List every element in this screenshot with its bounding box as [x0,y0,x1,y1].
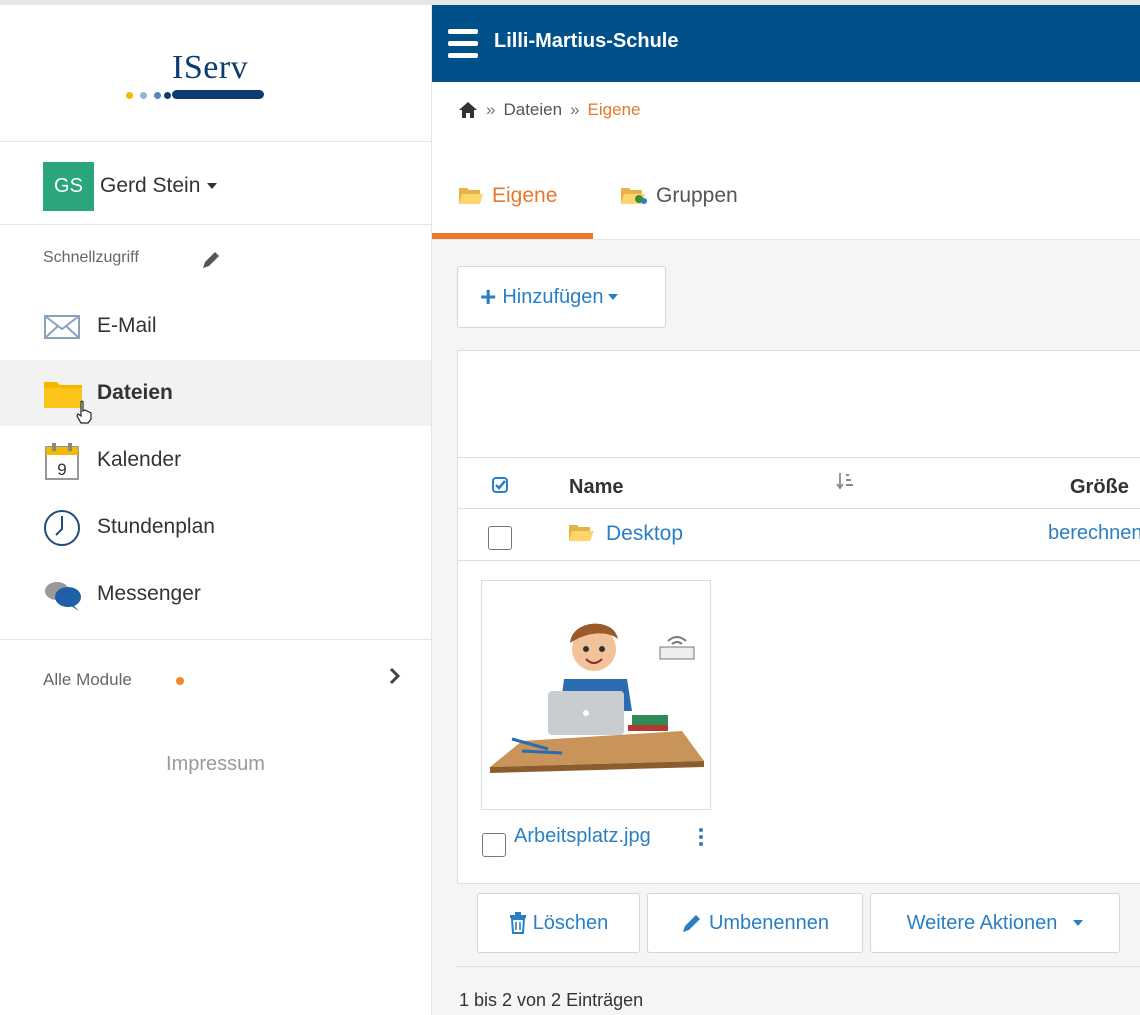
thumbnail-file-name[interactable]: Arbeitsplatz.jpg [514,825,651,848]
breadcrumb-current: Eigene [587,100,641,119]
pencil-icon [682,915,700,932]
sidebar-item-timetable[interactable]: Stundenplan [0,494,431,560]
select-all-checkbox-icon[interactable] [492,477,508,493]
sidebar-item-files[interactable]: Dateien [0,360,431,426]
breadcrumb-separator: » [570,100,580,119]
clock-icon [44,510,80,546]
tab-groups[interactable]: Gruppen [620,184,738,208]
image-thumbnail[interactable] [481,580,711,810]
user-name-text: Gerd Stein [100,174,201,197]
logo[interactable]: IServ [0,5,431,142]
rename-button[interactable]: Umbenennen [647,893,863,953]
column-header-size[interactable]: Größe [1070,476,1129,499]
sidebar-item-messenger[interactable]: Messenger [0,561,431,627]
sidebar-item-label: Dateien [97,381,173,404]
add-button[interactable]: + Hinzufügen [457,266,666,328]
calendar-day-number: 9 [57,460,66,479]
envelope-icon [44,315,80,339]
entries-count: 1 bis 2 von 2 Einträgen [459,990,644,1010]
home-icon[interactable] [458,101,478,119]
breadcrumb: » Dateien » Eigene [458,100,640,120]
impressum-link[interactable]: Impressum [0,753,431,776]
sidebar-item-email[interactable]: E-Mail [0,293,431,359]
quick-access-label: Schnellzugriff [43,249,139,266]
sidebar-item-label: Stundenplan [97,515,215,538]
calendar-icon: 9 [45,443,79,480]
file-name-link[interactable]: Desktop [606,522,683,546]
sort-icon[interactable] [836,472,854,490]
caret-down-icon [607,294,618,300]
chat-bubbles-icon [45,582,81,611]
table-row[interactable]: Desktop berechnen [458,508,1140,561]
user-menu[interactable]: GS Gerd Stein [0,142,431,225]
file-table: Name Größe Desktop berechnen Arbeitsplat… [457,350,1140,885]
caret-down-icon [1073,920,1084,926]
avatar: GS [43,162,94,211]
school-title: Lilli-Martius-Schule [494,30,679,52]
breadcrumb-separator: » [486,100,496,119]
table-header: Name Größe [458,457,1140,509]
delete-label: Löschen [532,911,609,934]
sidebar-divider [0,639,431,640]
thumbnail-checkbox[interactable] [482,833,506,857]
folder-icon [569,525,594,541]
folder-open-icon [459,188,483,204]
logo-dot-blue [154,92,161,99]
notification-dot [176,677,184,685]
logo-underline [172,90,264,99]
column-header-name[interactable]: Name [569,476,623,499]
workplace-illustration [488,623,704,773]
hamburger-menu-icon[interactable] [448,29,478,59]
more-options-icon[interactable] [699,828,703,849]
plus-icon: + [480,281,497,312]
calculate-size-link[interactable]: berechnen [1048,522,1140,545]
more-actions-label: Weitere Aktionen [906,911,1058,934]
all-modules-link[interactable]: Alle Module [43,670,132,690]
tab-own[interactable]: Eigene [458,184,557,208]
sidebar-item-label: Kalender [97,448,182,471]
rename-label: Umbenennen [708,911,830,934]
delete-button[interactable]: Löschen [477,893,640,953]
logo-dot-yellow [126,92,133,99]
logo-dot-lightblue [140,92,147,99]
tab-label: Gruppen [656,184,738,207]
group-folder-icon [621,188,647,204]
bulk-actions-bar: Löschen Umbenennen Weitere Aktionen [457,883,1140,967]
row-checkbox[interactable] [488,526,512,550]
sidebar-item-calendar[interactable]: 9 Kalender [0,427,431,493]
hand-cursor-icon [76,400,92,424]
chevron-right-icon[interactable] [388,667,402,685]
sidebar-item-label: E-Mail [97,314,157,337]
user-name: Gerd Stein [100,174,218,198]
add-button-label: Hinzufügen [502,285,604,308]
logo-dot-dark [164,92,171,99]
tab-label: Eigene [492,184,558,207]
sidebar-item-label: Messenger [97,582,201,605]
trash-icon [509,912,526,934]
breadcrumb-files[interactable]: Dateien [503,100,562,120]
pencil-icon[interactable] [200,249,222,271]
caret-down-icon [207,183,218,190]
logo-text: IServ [172,49,249,86]
sidebar: IServ GS Gerd Stein Schnellzugriff E-Mai… [0,5,432,1015]
header-bar: Lilli-Martius-Schule [432,5,1140,82]
more-actions-button[interactable]: Weitere Aktionen [870,893,1120,953]
